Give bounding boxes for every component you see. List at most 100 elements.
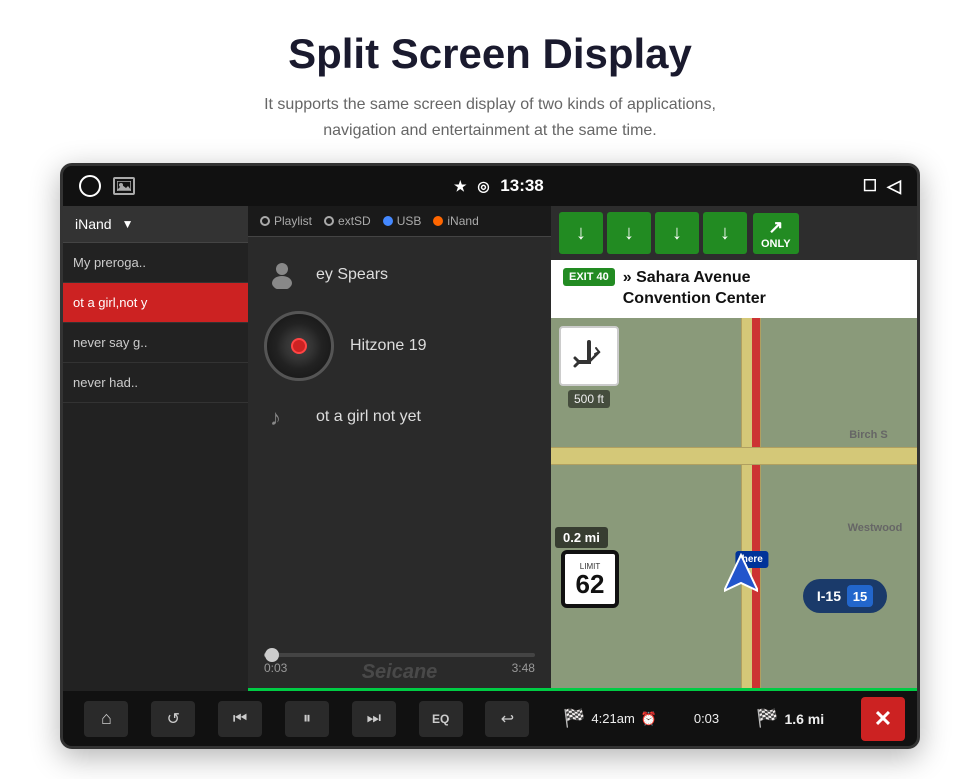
green-progress-bar (248, 688, 551, 691)
distance-item: 🏁 1.6 mi (756, 708, 824, 729)
navigation-panel: ↓ ↓ ↓ ↓ ↗ ONLY EXIT 40 » Sahara Avenue C… (551, 206, 917, 746)
source-tab-playlist[interactable]: Playlist (260, 214, 312, 228)
source-tab-inand[interactable]: iNand (433, 214, 478, 228)
progress-container: 0:03 Seicane 3:48 (248, 645, 551, 688)
playlist-item-4[interactable]: never had.. (63, 363, 248, 403)
nav-signs: ↓ ↓ ↓ ↓ ↗ ONLY (551, 206, 917, 260)
location-icon: ◎ (477, 178, 489, 194)
radio-dot-usb (383, 216, 393, 226)
track-album: Hitzone 19 (350, 337, 427, 355)
screen-icon: ☐ (863, 176, 877, 196)
music-note-icon: ♪ (264, 399, 300, 435)
play-pause-button[interactable]: ⏸ (285, 701, 329, 737)
flag-start-icon: 🏁 (563, 708, 585, 729)
arrow-down-4: ↓ (703, 212, 747, 254)
route-label: I-15 (817, 588, 841, 604)
page-header: Split Screen Display It supports the sam… (224, 0, 756, 163)
route-indicator: I-15 15 (803, 579, 887, 613)
page-subtitle: It supports the same screen display of t… (264, 92, 716, 143)
arrival-time-item: 🏁 4:21am ⏰ (563, 708, 657, 729)
nav-position-arrow (724, 553, 758, 598)
track-title-row: ♪ ot a girl not yet (264, 399, 535, 435)
turn-distance: 500 ft (568, 390, 610, 408)
home-icon (79, 175, 101, 197)
track-title: ot a girl not yet (316, 408, 421, 426)
source-selector[interactable]: iNand ▼ (63, 206, 248, 243)
speed-limit-number: 62 (576, 571, 605, 597)
arrow-down-3: ↓ (655, 212, 699, 254)
source-tab-usb[interactable]: USB (383, 214, 422, 228)
turn-icon (559, 326, 619, 386)
radio-dot-inand (433, 216, 443, 226)
home-button[interactable]: ⌂ (84, 701, 128, 737)
radio-dot-extsd (324, 216, 334, 226)
music-inner: iNand ▼ My preroga.. ot a girl,not y nev… (63, 206, 551, 691)
person-icon (264, 257, 300, 293)
page-title: Split Screen Display (264, 30, 716, 78)
road-banner: EXIT 40 » Sahara Avenue Convention Cente… (551, 260, 917, 318)
progress-thumb[interactable] (265, 648, 279, 662)
back-nav-icon: ◁ (887, 176, 901, 197)
album-disc (264, 311, 334, 381)
playlist-sidebar: iNand ▼ My preroga.. ot a girl,not y nev… (63, 206, 248, 691)
playlist-item-1[interactable]: My preroga.. (63, 243, 248, 283)
main-content: iNand ▼ My preroga.. ot a girl,not y nev… (63, 206, 917, 746)
svg-text:♪: ♪ (270, 405, 281, 430)
map-area: Birch S Westwood (551, 318, 917, 688)
progress-bar[interactable] (264, 653, 535, 657)
back-button[interactable]: ↩ (485, 701, 529, 737)
disc-visual (264, 311, 334, 381)
road-route-overlay (752, 318, 760, 688)
turn-distance-label: 0.2 mi (555, 527, 608, 548)
disc-center (291, 338, 307, 354)
road-name: » Sahara Avenue Convention Center (623, 268, 766, 310)
sign-group-arrows: ↓ ↓ ↓ ↓ (559, 212, 747, 254)
playlist-item-2[interactable]: ot a girl,not y (63, 283, 248, 323)
source-label: iNand (75, 216, 112, 232)
nav-bottom-bar: 🏁 4:21am ⏰ 0:03 🏁 1.6 mi ✕ (551, 691, 917, 746)
close-nav-button[interactable]: ✕ (861, 697, 905, 741)
radio-dot-playlist (260, 216, 270, 226)
arrow-down-2: ↓ (607, 212, 651, 254)
player-area: Playlist extSD USB iNand (248, 206, 551, 691)
time-current: 0:03 (264, 661, 287, 684)
status-right: ☐ ◁ (863, 176, 901, 197)
track-artist-row: ey Spears (264, 257, 535, 293)
turn-instruction: 500 ft (559, 326, 619, 408)
image-icon (113, 177, 135, 195)
speed-limit-badge: LIMIT 62 (561, 550, 619, 608)
source-tab-extsd[interactable]: extSD (324, 214, 371, 228)
eq-button[interactable]: EQ (419, 701, 463, 737)
arrival-time: 4:21am (591, 711, 634, 726)
chevron-down-icon: ▼ (122, 217, 134, 231)
source-tabs: Playlist extSD USB iNand (248, 206, 551, 237)
map-background: Birch S Westwood (551, 318, 917, 688)
road-horizontal-main (551, 447, 917, 465)
highway-shield: 15 (847, 585, 873, 607)
track-artist: ey Spears (316, 266, 388, 284)
map-label-birch: Birch S (849, 429, 888, 441)
track-album-row: Hitzone 19 (264, 311, 535, 381)
playlist-item-3[interactable]: never say g.. (63, 323, 248, 363)
watermark-text: Seicane (362, 661, 438, 684)
prev-button[interactable]: ⏮ (218, 701, 262, 737)
status-time: ★ ◎ 13:38 (454, 176, 544, 196)
repeat-button[interactable]: ↺ (151, 701, 195, 737)
status-bar: ★ ◎ 13:38 ☐ ◁ (63, 166, 917, 206)
next-button[interactable]: ⏭ (352, 701, 396, 737)
elapsed-time-item: 0:03 (694, 711, 719, 726)
exit-badge: EXIT 40 (563, 268, 615, 286)
track-info: ey Spears Hitzone 19 (248, 237, 551, 645)
clock-icon: ⏰ (641, 711, 657, 727)
time-total: 3:48 (512, 661, 535, 684)
arrow-down-1: ↓ (559, 212, 603, 254)
map-label-westwood: Westwood (848, 522, 903, 534)
player-controls: ⌂ ↺ ⏮ ⏸ ⏭ EQ ↩ (63, 691, 551, 746)
bluetooth-icon: ★ (454, 178, 467, 194)
device-frame: ★ ◎ 13:38 ☐ ◁ iNand ▼ My preroga.. ot a … (60, 163, 920, 749)
only-sign: ↗ ONLY (753, 213, 799, 254)
music-player-panel: iNand ▼ My preroga.. ot a girl,not y nev… (63, 206, 551, 746)
progress-times: 0:03 Seicane 3:48 (264, 661, 535, 684)
elapsed-label: 0:03 (694, 711, 719, 726)
remaining-distance: 1.6 mi (784, 711, 824, 727)
